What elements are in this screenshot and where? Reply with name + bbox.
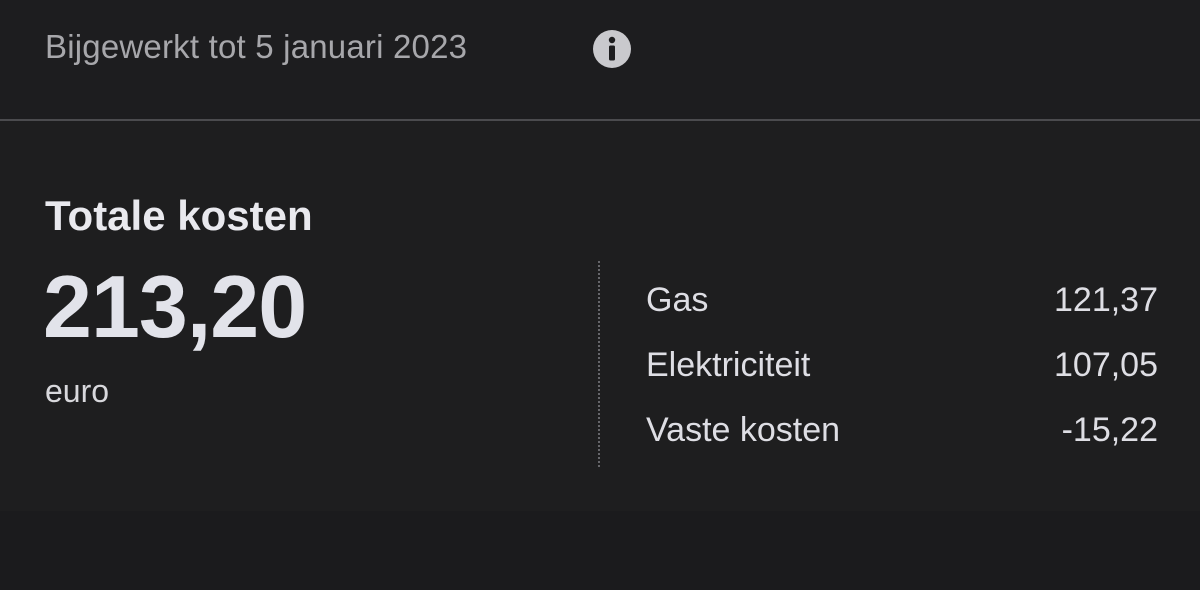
breakdown-row-electricity: Elektriciteit 107,05 bbox=[646, 333, 1158, 398]
breakdown-row-gas: Gas 121,37 bbox=[646, 268, 1158, 333]
vertical-dotted-divider bbox=[598, 261, 600, 467]
breakdown-label: Gas bbox=[646, 281, 709, 319]
breakdown-label: Elektriciteit bbox=[646, 346, 811, 384]
total-costs-unit: euro bbox=[45, 373, 110, 409]
breakdown-row-fixed-costs: Vaste kosten -15,22 bbox=[646, 398, 1158, 463]
total-costs-title: Totale kosten bbox=[45, 192, 313, 239]
cost-breakdown-list: Gas 121,37 Elektriciteit 107,05 Vaste ko… bbox=[646, 268, 1158, 463]
updated-date-text: Bijgewerkt tot 5 januari 2023 bbox=[45, 28, 468, 65]
breakdown-label: Vaste kosten bbox=[646, 411, 841, 449]
breakdown-value: -15,22 bbox=[1061, 411, 1158, 449]
breakdown-value: 121,37 bbox=[1054, 281, 1158, 319]
breakdown-value: 107,05 bbox=[1054, 346, 1158, 384]
info-icon[interactable] bbox=[592, 29, 632, 69]
cost-overview-screen: Bijgewerkt tot 5 januari 2023 Totale kos… bbox=[0, 0, 1200, 590]
total-costs-value: 213,20 bbox=[43, 257, 307, 356]
bottom-background bbox=[0, 511, 1200, 590]
header-bar: Bijgewerkt tot 5 januari 2023 bbox=[0, 0, 1200, 119]
